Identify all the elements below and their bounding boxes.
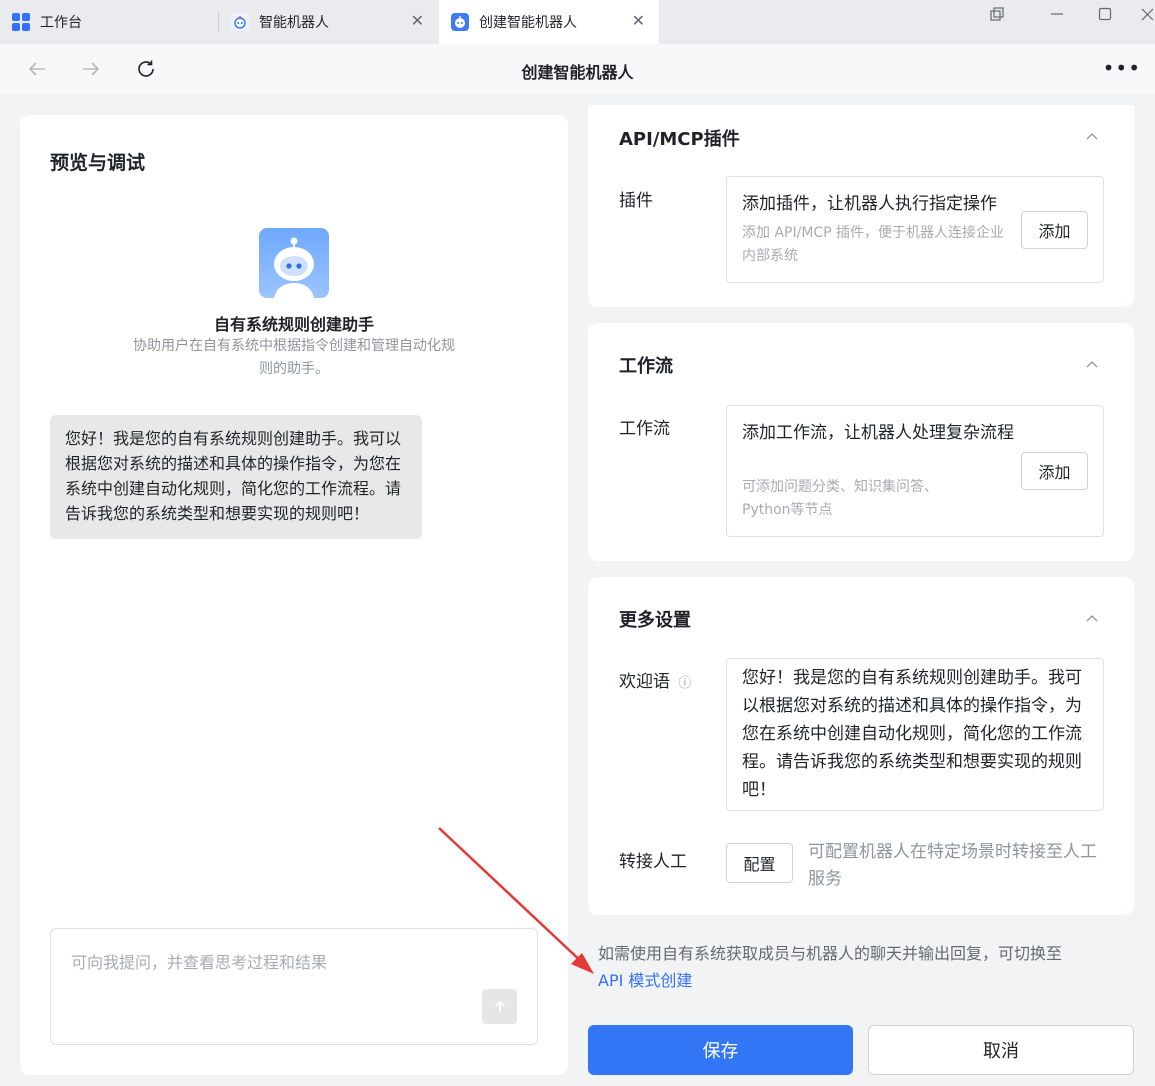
add-workflow-button[interactable]: 添加: [1021, 452, 1088, 490]
plugin-card-title: API/MCP插件: [619, 129, 740, 150]
api-mode-link[interactable]: API 模式创建: [598, 967, 1143, 994]
page-title: 创建智能机器人: [521, 63, 634, 82]
workflow-sub-text: 可添加问题分类、知识集问答、Python等节点: [742, 479, 938, 518]
workflow-card: 工作流 工作流 添加工作流，让机器人处理复杂流程 可添加问题分类、知识集问答、P…: [588, 323, 1134, 561]
greeting-text: 您好！我是您的自有系统规则创建助手。我可以根据您对系统的描述和具体的操作指令，为…: [742, 668, 1082, 800]
close-window-icon[interactable]: [1140, 6, 1154, 26]
more-menu-icon[interactable]: •••: [1103, 56, 1141, 80]
add-plugin-button[interactable]: 添加: [1021, 211, 1088, 249]
chevron-up-icon[interactable]: [1086, 611, 1098, 626]
plugin-main-text: 添加插件，让机器人执行指定操作: [742, 194, 997, 214]
welcome-message-bubble: 您好！我是您的自有系统规则创建助手。我可以根据您对系统的描述和具体的操作指令，为…: [50, 415, 422, 539]
chevron-up-icon[interactable]: [1086, 129, 1098, 144]
plugin-card: API/MCP插件 插件 添加插件，让机器人执行指定操作 添加 API/MCP …: [588, 105, 1134, 307]
workflow-add-box: 添加工作流，让机器人处理复杂流程 可添加问题分类、知识集问答、Python等节点…: [726, 405, 1104, 537]
workflow-main-text: 添加工作流，让机器人处理复杂流程: [742, 423, 1014, 443]
config-handover-button[interactable]: 配置: [726, 843, 793, 883]
workflow-card-title: 工作流: [619, 356, 673, 377]
plugin-sub-text: 添加 API/MCP 插件，便于机器人连接企业内部系统: [742, 225, 1005, 264]
grid-icon: [12, 13, 30, 31]
chevron-up-icon[interactable]: [1086, 357, 1098, 372]
chat-input-placeholder: 可向我提问，并查看思考过程和结果: [71, 953, 328, 972]
preview-title: 预览与调试: [50, 152, 146, 174]
tab-workbench[interactable]: 工作台: [0, 0, 218, 44]
save-button[interactable]: 保存: [588, 1025, 853, 1075]
greeting-label-text: 欢迎语: [619, 672, 670, 692]
robot-icon: [451, 13, 469, 31]
plugin-label: 插件: [619, 191, 653, 211]
arrow-up-icon: [494, 1000, 505, 1012]
tab-label: 工作台: [40, 15, 82, 31]
tab-create-robot[interactable]: 创建智能机器人 ✕: [439, 0, 659, 44]
maximize-icon[interactable]: [1097, 6, 1113, 26]
bot-avatar: [259, 228, 329, 298]
tab-label: 智能机器人: [259, 15, 329, 31]
more-settings-title: 更多设置: [619, 610, 691, 631]
restore-tab-icon[interactable]: [989, 6, 1005, 26]
workflow-label: 工作流: [619, 419, 670, 439]
close-icon[interactable]: ✕: [411, 13, 424, 29]
tab-label: 创建智能机器人: [479, 15, 577, 31]
cancel-button[interactable]: 取消: [868, 1025, 1134, 1075]
close-icon[interactable]: ✕: [632, 13, 645, 29]
nav-bar: 创建智能机器人 •••: [0, 44, 1155, 94]
bot-description: 协助用户在自有系统中根据指令创建和管理自动化规则的助手。: [133, 338, 455, 377]
switch-note-text: 如需使用自有系统获取成员与机器人的聊天并输出回复，可切换至: [598, 944, 1063, 963]
send-button[interactable]: [482, 989, 517, 1024]
robot-icon: [231, 13, 249, 31]
tab-smart-robot[interactable]: 智能机器人 ✕: [219, 0, 438, 44]
tab-bar: 工作台 智能机器人 ✕ 创建智能机器人 ✕: [0, 0, 1155, 44]
chat-input[interactable]: 可向我提问，并查看思考过程和结果: [50, 928, 538, 1045]
minimize-icon[interactable]: [1049, 6, 1065, 26]
more-settings-card: 更多设置 欢迎语 ⓘ 您好！我是您的自有系统规则创建助手。我可以根据您对系统的描…: [588, 577, 1134, 915]
preview-panel: 预览与调试 自有系统规则创建助手 协助用户在自有系统中根据指令创建和管理自动化规…: [20, 115, 568, 1075]
bot-name: 自有系统规则创建助手: [213, 315, 374, 334]
handover-label: 转接人工: [619, 852, 687, 872]
info-icon[interactable]: ⓘ: [678, 676, 691, 691]
switch-mode-note: 如需使用自有系统获取成员与机器人的聊天并输出回复，可切换至 API 模式创建: [598, 940, 1143, 994]
greeting-textarea[interactable]: 您好！我是您的自有系统规则创建助手。我可以根据您对系统的描述和具体的操作指令，为…: [726, 658, 1104, 811]
greeting-label: 欢迎语 ⓘ: [619, 667, 691, 692]
handover-description: 可配置机器人在特定场景时转接至人工服务: [808, 842, 1097, 889]
plugin-add-box: 添加插件，让机器人执行指定操作 添加 API/MCP 插件，便于机器人连接企业内…: [726, 176, 1104, 283]
